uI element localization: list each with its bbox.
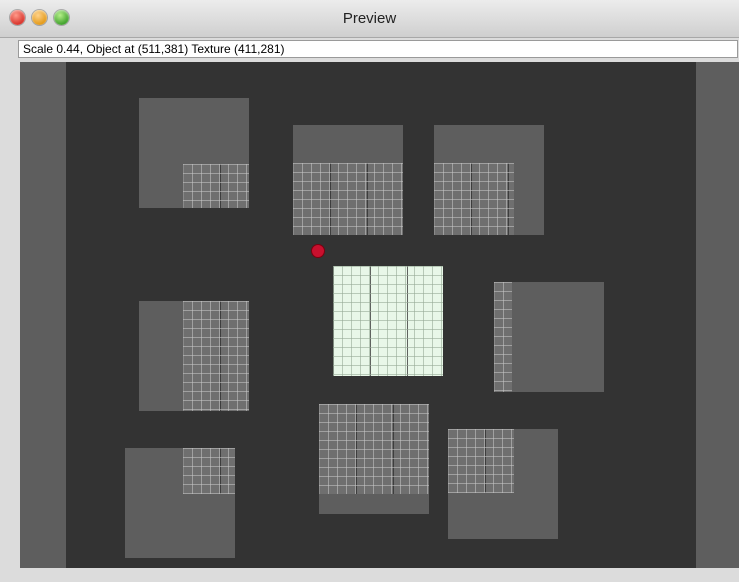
texture-overlay bbox=[448, 429, 514, 493]
preview-window: Preview Scale 0.44, Object at (511,381) … bbox=[0, 0, 739, 582]
texture-overlay bbox=[319, 404, 429, 494]
object-tile[interactable] bbox=[319, 404, 429, 514]
object-tile[interactable] bbox=[448, 429, 558, 539]
bottom-edge bbox=[20, 568, 739, 582]
preview-canvas[interactable] bbox=[20, 62, 739, 568]
window-title: Preview bbox=[342, 10, 397, 27]
object-tile[interactable] bbox=[125, 448, 235, 558]
selected-texture-overlay bbox=[333, 266, 443, 376]
texture-overlay bbox=[183, 448, 235, 494]
object-tile[interactable] bbox=[494, 282, 604, 392]
title-bar[interactable]: Preview bbox=[0, 0, 739, 38]
status-readout: Scale 0.44, Object at (511,381) Texture … bbox=[18, 40, 738, 58]
texture-overlay bbox=[293, 163, 403, 235]
object-tile[interactable] bbox=[293, 125, 403, 235]
object-tile[interactable] bbox=[434, 125, 544, 235]
texture-overlay bbox=[183, 164, 249, 208]
object-tile[interactable] bbox=[139, 98, 249, 208]
selected-object-tile[interactable] bbox=[333, 266, 443, 376]
left-margin-panel bbox=[20, 62, 66, 568]
object-tile[interactable] bbox=[139, 301, 249, 411]
right-margin-panel bbox=[696, 62, 739, 568]
texture-overlay bbox=[183, 301, 249, 411]
texture-overlay bbox=[494, 282, 512, 392]
texture-overlay bbox=[434, 163, 514, 235]
anchor-point-marker[interactable] bbox=[311, 244, 325, 258]
